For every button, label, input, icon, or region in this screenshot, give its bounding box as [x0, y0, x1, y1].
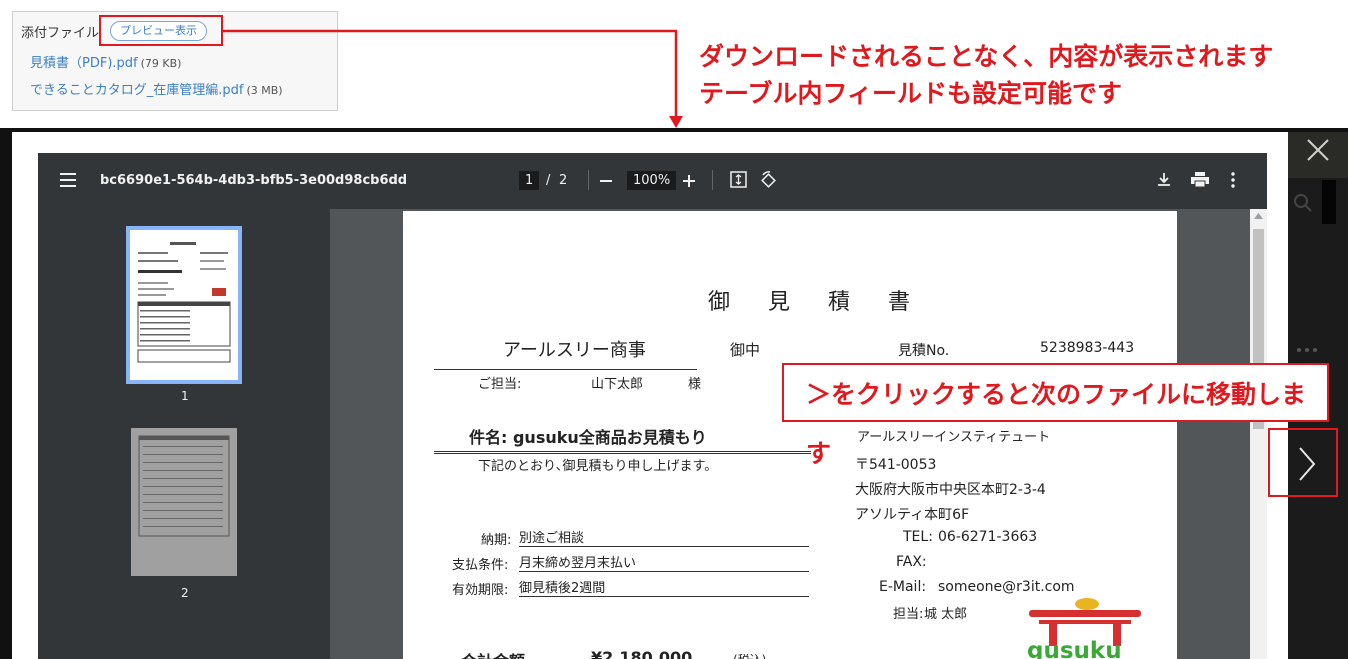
- attachment-file-link[interactable]: 見積書（PDF).pdf: [30, 56, 138, 71]
- postal-code: 〒541-0053: [855, 457, 937, 473]
- thumbnail-sidebar: 1 2: [38, 209, 330, 659]
- client-honorific: 御中: [730, 341, 761, 359]
- thumbnail-label: 1: [181, 389, 189, 403]
- estimate-no: 5238983-443: [1040, 340, 1135, 356]
- next-highlight-box: [1268, 428, 1338, 497]
- email-value: someone@r3it.com: [938, 579, 1075, 595]
- zoom-out-icon[interactable]: [600, 174, 614, 188]
- toolbar-divider: [712, 170, 713, 190]
- total-label: 合計金額: [461, 648, 525, 659]
- zoom-input[interactable]: 100%: [627, 171, 677, 190]
- payment-value: 月末締め翌月末払い: [519, 552, 809, 572]
- delivery-value: 別途ご相談: [519, 527, 809, 547]
- tel-value: 06-6271-3663: [938, 529, 1038, 545]
- page-separator: /: [546, 173, 551, 188]
- total-value: ¥2,180,000: [591, 648, 693, 659]
- zoom-in-icon[interactable]: [683, 174, 697, 188]
- page-total: 2: [559, 173, 568, 188]
- annotation-top-line: テーブル内フィールドも設定可能です: [699, 79, 1123, 108]
- tel-label: TEL:: [903, 529, 933, 545]
- scrollbar[interactable]: [1250, 209, 1267, 659]
- payment-label: 支払条件:: [452, 558, 509, 573]
- attachment-file-row: 見積書（PDF).pdf (79 KB): [30, 52, 181, 71]
- thumbnail-preview: [137, 242, 231, 363]
- staff-label: 担当:: [893, 607, 924, 622]
- rotate-icon[interactable]: [760, 171, 778, 189]
- attachment-file-link[interactable]: できることカタログ_在庫管理編.pdf: [30, 83, 243, 98]
- close-area: [1288, 132, 1348, 178]
- pdf-page: 御 見 積 書 アールスリー商事 御中 見積No. 5238983-443 ご担…: [403, 211, 1177, 659]
- company-name: アールスリーインスティテュート: [857, 430, 1051, 445]
- page-number-input[interactable]: 1: [519, 171, 540, 190]
- pdf-toolbar: bc6690e1-564b-4db3-bfb5-3e00d98cb6dd 1 /…: [38, 153, 1267, 209]
- search-icon: [1294, 194, 1312, 212]
- background-block: [1322, 180, 1336, 224]
- thumbnail-page-2[interactable]: [131, 428, 237, 576]
- fit-page-icon[interactable]: [730, 171, 748, 189]
- annotation-next-hint: ＞をクリックすると次のファイルに移動します: [782, 363, 1329, 468]
- scroll-up-icon[interactable]: [1254, 213, 1263, 219]
- close-icon[interactable]: [1288, 132, 1348, 178]
- logo-text: gusuku: [1027, 638, 1122, 659]
- more-horizontal-icon: [1297, 348, 1317, 352]
- delivery-label: 納期:: [481, 533, 512, 548]
- preview-highlight-box: [99, 15, 223, 46]
- fax-label: FAX:: [896, 554, 927, 570]
- download-icon[interactable]: [1157, 172, 1173, 188]
- attachment-file-size: (79 KB): [140, 57, 182, 70]
- tax-note: (税込): [733, 651, 766, 659]
- email-label: E-Mail:: [879, 579, 927, 595]
- thumbnail-page-1[interactable]: [126, 226, 242, 384]
- contact-label: ご担当:: [478, 377, 522, 392]
- annotation-arrow: [222, 29, 683, 128]
- pdf-filename: bc6690e1-564b-4db3-bfb5-3e00d98cb6dd: [100, 173, 408, 188]
- print-icon[interactable]: [1191, 172, 1209, 188]
- contact-name: 山下太郎: [591, 377, 644, 392]
- thumbnail-label: 2: [181, 586, 189, 600]
- annotation-top: ダウンロードされることなく、内容が表示されます テーブル内フィールドも設定可能で…: [699, 38, 1273, 112]
- validity-value: 御見積後2週間: [519, 577, 809, 597]
- client-name: アールスリー商事: [503, 340, 646, 361]
- validity-label: 有効期限:: [452, 583, 509, 598]
- subject-underline: [434, 445, 811, 454]
- thumbnail-preview: [138, 435, 230, 537]
- attachment-label: 添付ファイル: [21, 26, 100, 41]
- intro-text: 下記のとおり､御見積もり申し上げます。: [478, 459, 718, 474]
- estimate-no-label: 見積No.: [898, 343, 950, 359]
- annotation-top-line: ダウンロードされることなく、内容が表示されます: [699, 42, 1274, 71]
- contact-suffix: 様: [688, 377, 702, 392]
- gusuku-logo: gusuku: [1027, 598, 1141, 659]
- menu-icon[interactable]: [60, 173, 78, 187]
- more-icon[interactable]: [1230, 172, 1236, 188]
- address-line-2: アソルティ本町6F: [855, 507, 970, 523]
- document-title: 御 見 積 書: [708, 290, 919, 315]
- staff-name: 城 太郎: [924, 607, 968, 622]
- toolbar-divider: [588, 170, 589, 190]
- address-line-1: 大阪府大阪市中央区本町2-3-4: [855, 482, 1046, 498]
